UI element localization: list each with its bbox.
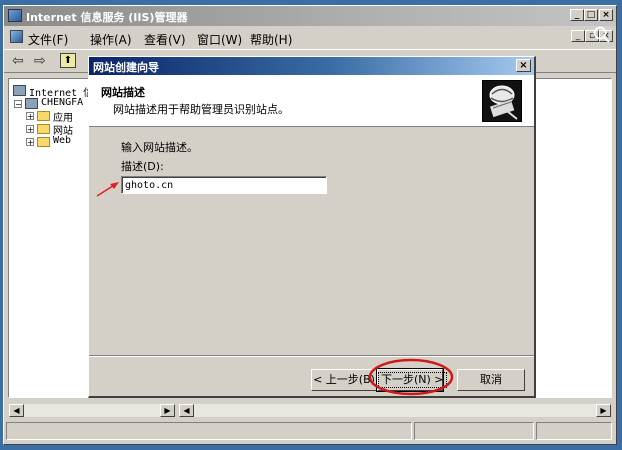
red-circle-annotation [368, 358, 454, 396]
annotation-overlay [96, 182, 454, 396]
zoom-icon[interactable] [592, 25, 612, 45]
red-arrow-annotation [96, 182, 119, 197]
